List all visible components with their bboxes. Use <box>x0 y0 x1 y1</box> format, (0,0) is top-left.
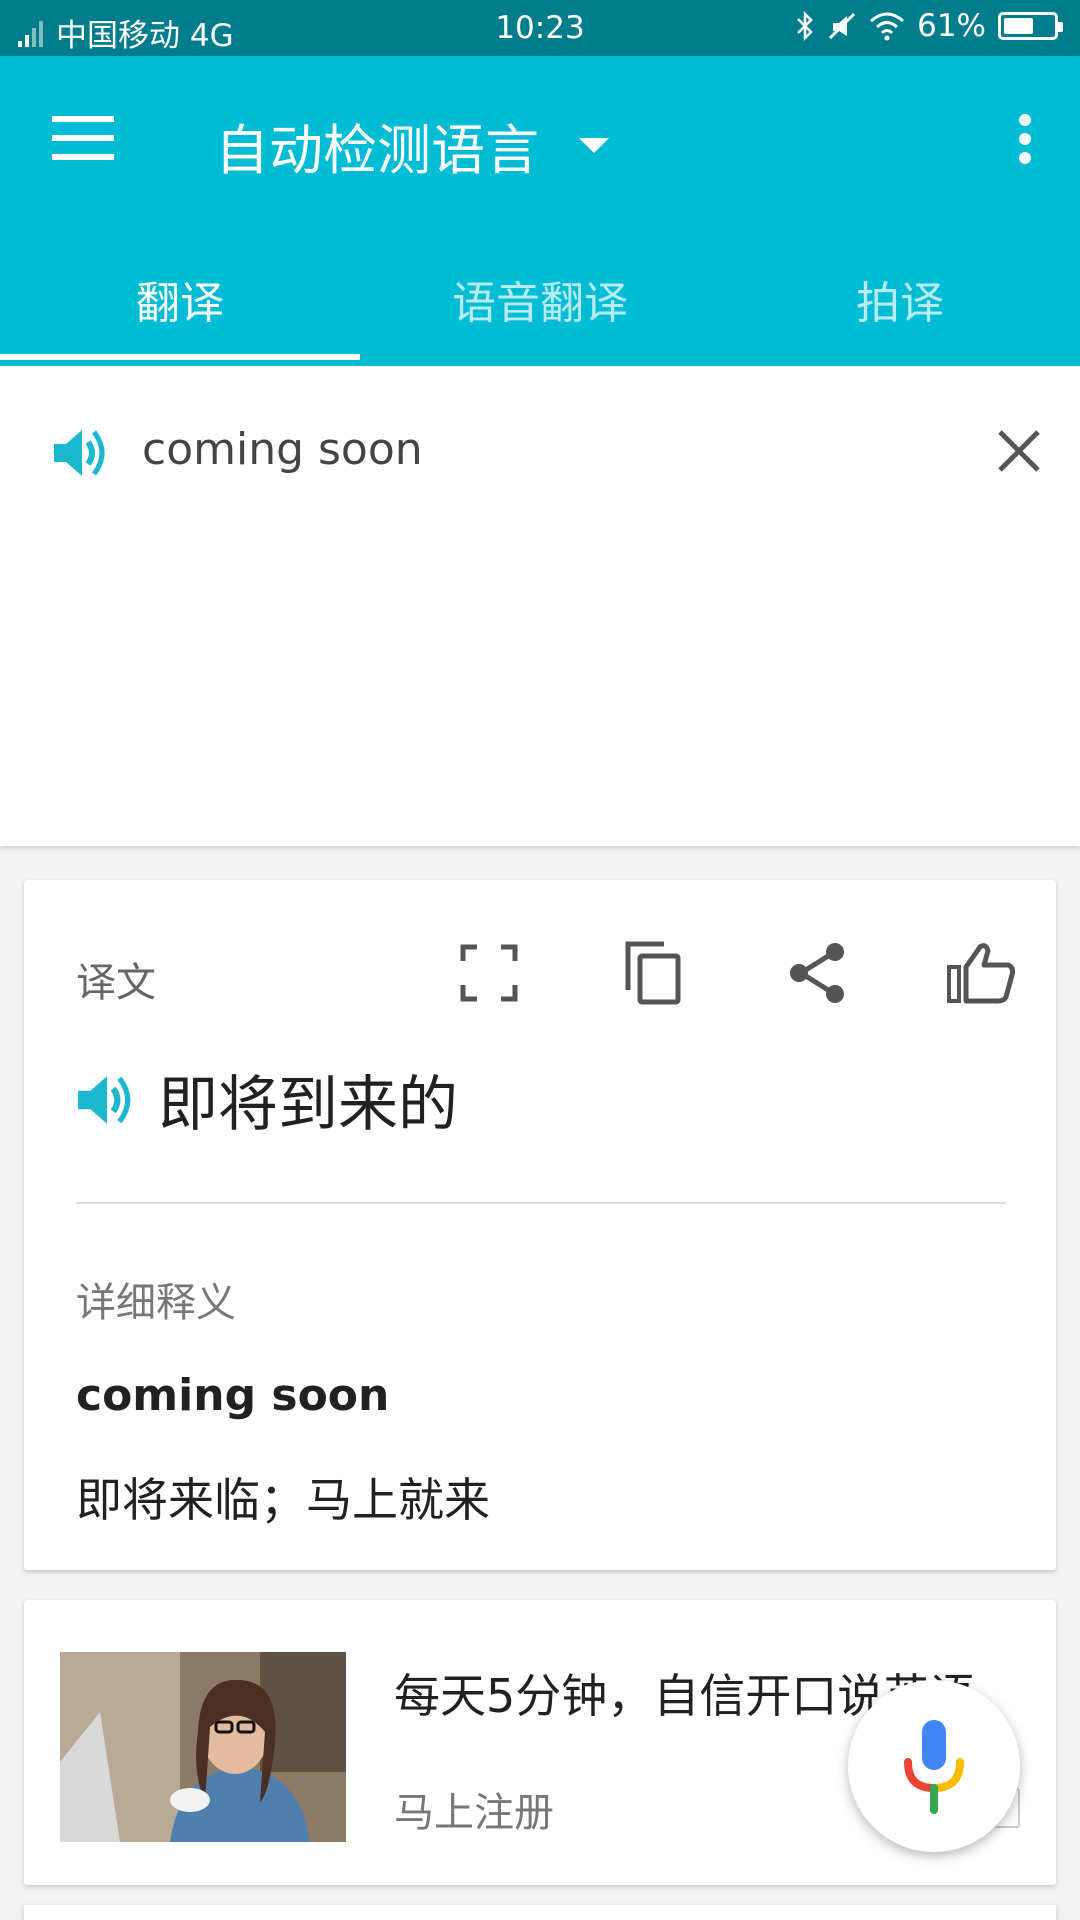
speaker-icon[interactable] <box>52 424 110 482</box>
tab-translate[interactable]: 翻译 <box>0 256 360 366</box>
source-text-input[interactable]: coming soon <box>142 424 423 475</box>
detail-term: coming soon <box>76 1370 390 1421</box>
status-right: 61% <box>795 8 1063 44</box>
battery-icon <box>998 12 1063 40</box>
tab-bar: 翻译 语音翻译 拍译 <box>0 256 1080 366</box>
battery-percent: 61% <box>917 8 986 44</box>
ad-subtitle[interactable]: 马上注册 <box>394 1780 554 1838</box>
detail-meaning: 即将来临；马上就来 <box>76 1473 490 1527</box>
mute-icon <box>829 12 856 40</box>
translation-result-card: 译文 即将到来的 详细释义 coming soon 即将来临；马上就来 <box>24 880 1056 1570</box>
more-vert-icon[interactable] <box>1010 114 1040 164</box>
input-area[interactable]: coming soon <box>0 366 1080 846</box>
copy-icon[interactable] <box>618 938 688 1008</box>
dropdown-arrow-icon <box>579 138 609 153</box>
tab-photo-translate[interactable]: 拍译 <box>720 256 1080 366</box>
share-icon[interactable] <box>782 938 852 1008</box>
close-icon[interactable] <box>994 426 1044 476</box>
next-card <box>24 1905 1056 1920</box>
thumbs-up-icon[interactable] <box>946 938 1016 1008</box>
speaker-icon[interactable] <box>76 1070 136 1130</box>
battery-fill <box>1004 18 1033 34</box>
bluetooth-icon <box>797 11 813 41</box>
tab-voice-translate[interactable]: 语音翻译 <box>360 256 720 366</box>
detail-title: 详细释义 <box>76 1280 236 1326</box>
language-selector[interactable]: 自动检测语言 <box>215 106 609 185</box>
fullscreen-icon[interactable] <box>454 938 524 1008</box>
result-actions <box>454 938 1016 1008</box>
language-selector-label: 自动检测语言 <box>215 119 539 182</box>
mic-button[interactable] <box>848 1680 1020 1852</box>
wifi-icon <box>870 12 905 41</box>
translation-row: 即将到来的 <box>76 1056 458 1143</box>
translation-text: 即将到来的 <box>158 1070 458 1140</box>
status-bar: 中国移动 4G 10:23 61% <box>0 0 1080 56</box>
mic-icon <box>904 1720 964 1814</box>
menu-icon[interactable] <box>52 116 114 160</box>
divider <box>76 1202 1006 1204</box>
app-bar: 自动检测语言 翻译 语音翻译 拍译 <box>0 56 1080 366</box>
ad-image <box>60 1652 346 1842</box>
translation-label: 译文 <box>76 960 156 1006</box>
